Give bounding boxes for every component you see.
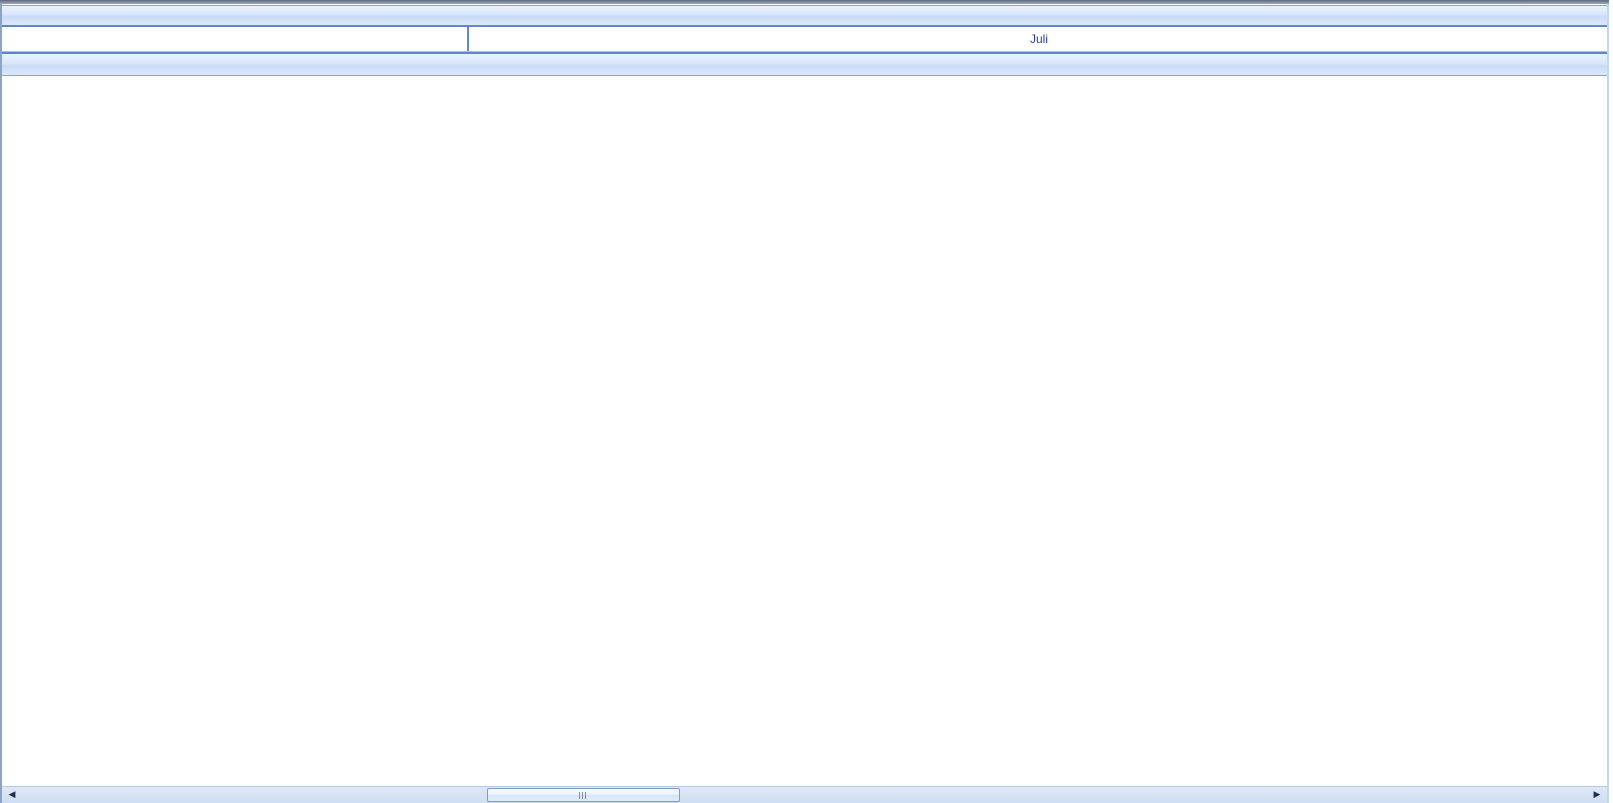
scroll-right-icon[interactable]: ▶ (1589, 787, 1605, 803)
timeline-content-area[interactable] (2, 76, 1607, 786)
horizontal-scrollbar[interactable]: ◀ ▶ (2, 786, 1607, 803)
timeline-header-row: Juli (2, 27, 1609, 52)
left-frame-border (0, 4, 2, 803)
resource-column-header (2, 27, 469, 51)
grip-icon (579, 792, 586, 799)
month-header: Juli (469, 27, 1609, 51)
day-header-band (2, 52, 1609, 76)
window-top-edge (0, 0, 1613, 4)
timeline-window: Juli ◀ ▶ (0, 0, 1613, 803)
month-label: Juli (1029, 32, 1048, 46)
scrollbar-thumb[interactable] (487, 788, 680, 802)
scroll-left-icon[interactable]: ◀ (4, 787, 20, 803)
right-gutter (1609, 0, 1613, 803)
timeline-header-band (2, 5, 1609, 27)
